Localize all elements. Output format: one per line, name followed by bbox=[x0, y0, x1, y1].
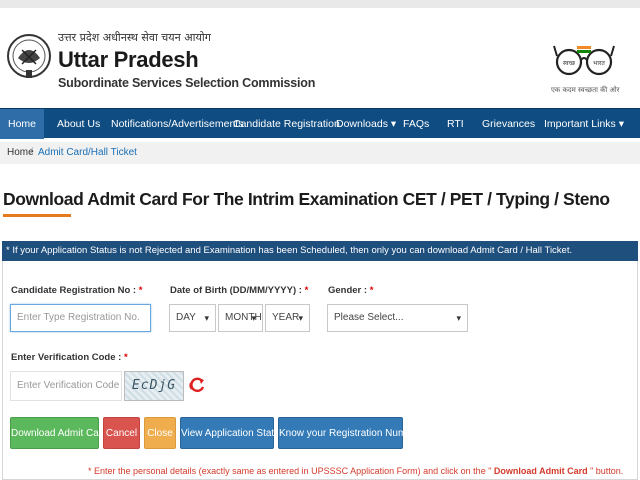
up-emblem-icon bbox=[7, 34, 51, 78]
captcha-image: EcDjG bbox=[124, 371, 184, 401]
gender-label-text: Gender : bbox=[328, 285, 368, 296]
dob-year-value: YEAR bbox=[272, 312, 300, 323]
captcha-label: Enter Verification Code : * bbox=[11, 352, 128, 363]
know-registration-number-button[interactable]: Know your Registration Number bbox=[278, 417, 421, 449]
reg-no-label-text: Candidate Registration No : bbox=[11, 285, 137, 296]
hindi-org-name: उत्तर प्रदेश अधीनस्थ सेवा चयन आयोग bbox=[58, 31, 211, 44]
nav-notifications[interactable]: Notifications/Advertisements bbox=[111, 109, 243, 139]
nav-grievances[interactable]: Grievances bbox=[482, 109, 535, 139]
footnote-bold: Download Admit Card bbox=[491, 466, 591, 476]
nav-home[interactable]: Home bbox=[0, 109, 44, 139]
required-mark: * bbox=[304, 285, 309, 296]
required-mark: * bbox=[138, 285, 143, 296]
dob-day-select[interactable]: DAY ▾ bbox=[169, 304, 216, 332]
gender-value: Please Select... bbox=[334, 312, 404, 323]
breadcrumb: Home / Admit Card/Hall Ticket bbox=[0, 142, 640, 164]
page-title: Download Admit Card For The Intrim Exami… bbox=[3, 189, 610, 209]
dob-label-text: Date of Birth (DD/MM/YYYY) : bbox=[170, 285, 302, 296]
nav-faqs[interactable]: FAQs bbox=[403, 109, 429, 139]
dob-month-value: MONTH bbox=[225, 312, 262, 323]
cancel-button[interactable]: Cancel bbox=[103, 417, 140, 449]
main-nav: Home About Us Notifications/Advertisemen… bbox=[0, 108, 640, 139]
refresh-icon[interactable] bbox=[188, 375, 206, 395]
dob-label: Date of Birth (DD/MM/YYYY) : * bbox=[170, 285, 308, 296]
notice-bar: * If your Application Status is not Reje… bbox=[2, 241, 638, 261]
nav-about-us[interactable]: About Us bbox=[57, 109, 100, 139]
swachh-right-text: भारत bbox=[593, 60, 605, 67]
title-underline bbox=[3, 214, 71, 217]
swachh-left-text: स्वच्छ bbox=[563, 60, 576, 67]
org-name: Uttar Pradesh bbox=[58, 47, 199, 72]
breadcrumb-separator: / bbox=[30, 147, 33, 158]
nav-downloads[interactable]: Downloads ▾ bbox=[336, 109, 396, 139]
chevron-down-icon: ▾ bbox=[204, 313, 209, 323]
chevron-down-icon: ▾ bbox=[251, 313, 256, 323]
nav-candidate-registration[interactable]: Candidate Registration bbox=[233, 109, 340, 139]
required-mark: * bbox=[369, 285, 374, 296]
download-admit-card-button[interactable]: Download Admit Card bbox=[10, 417, 108, 449]
captcha-label-text: Enter Verification Code : bbox=[11, 352, 122, 363]
breadcrumb-current[interactable]: Admit Card/Hall Ticket bbox=[38, 147, 137, 158]
top-strip bbox=[0, 0, 640, 8]
footnote-tail: " button. bbox=[590, 466, 624, 476]
site-header: उत्तर प्रदेश अधीनस्थ सेवा चयन आयोग Uttar… bbox=[0, 8, 640, 108]
close-button[interactable]: Close bbox=[144, 417, 176, 449]
chevron-down-icon: ▾ bbox=[298, 313, 303, 323]
registration-no-input[interactable]: Enter Type Registration No. bbox=[10, 304, 151, 332]
gender-label: Gender : * bbox=[328, 285, 373, 296]
required-mark: * bbox=[123, 352, 128, 363]
org-subtitle: Subordinate Services Selection Commissio… bbox=[58, 76, 316, 90]
swachh-tagline: एक कदम स्वच्छता की ओर bbox=[551, 86, 620, 94]
view-application-status-button[interactable]: View Application Status bbox=[180, 417, 285, 449]
dob-year-select[interactable]: YEAR ▾ bbox=[265, 304, 310, 332]
dob-day-value: DAY bbox=[176, 312, 196, 323]
verification-code-input[interactable]: Enter Verification Code bbox=[10, 371, 122, 401]
chevron-down-icon: ▾ bbox=[456, 313, 461, 323]
footnote-text: * Enter the personal details (exactly sa… bbox=[88, 466, 492, 476]
nav-important-links[interactable]: Important Links ▾ bbox=[544, 109, 624, 139]
swachh-bharat-glasses-icon: स्वच्छ भारत bbox=[553, 45, 615, 76]
gender-select[interactable]: Please Select... ▾ bbox=[327, 304, 468, 332]
footnote: * Enter the personal details (exactly sa… bbox=[88, 466, 623, 476]
reg-no-label: Candidate Registration No : * bbox=[11, 285, 142, 296]
dob-month-select[interactable]: MONTH ▾ bbox=[218, 304, 263, 332]
nav-rti[interactable]: RTI bbox=[447, 109, 464, 139]
